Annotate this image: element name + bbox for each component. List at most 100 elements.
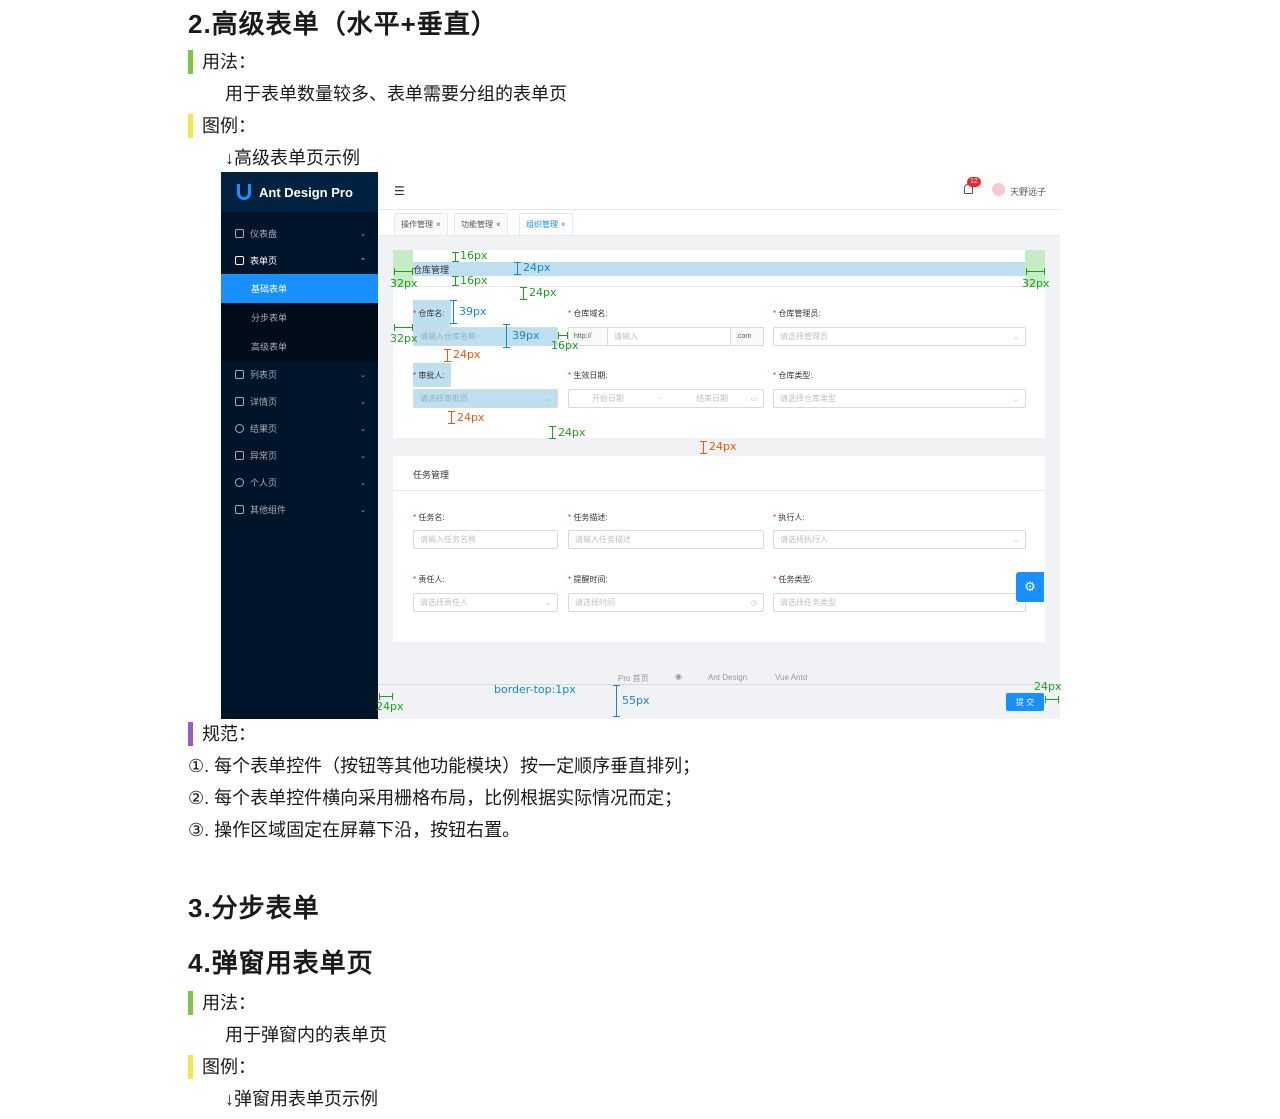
menu-label: 异常页 — [250, 451, 278, 461]
measure-bar — [394, 324, 413, 331]
field-label: 执行人: — [773, 512, 804, 523]
close-icon[interactable]: × — [496, 220, 501, 229]
document: 2.高级表单（水平+垂直） 用法： 用于表单数量较多、表单需要分组的表单页 图例… — [0, 0, 1280, 1119]
menu-detail[interactable]: 详情页 ⌄ — [221, 388, 378, 415]
menu-label: 仪表盘 — [250, 229, 278, 239]
tab-function[interactable]: 功能管理 × — [454, 213, 508, 235]
task-card: 任务管理 任务名: 任务描述: 执行人: 请输入任务名称 请输入任务描述 请选择… — [393, 456, 1045, 642]
section2-title: 2.高级表单（水平+垂直） — [188, 9, 498, 39]
admin-select[interactable]: 请选择管理员 ⌄ — [773, 327, 1026, 346]
header: ☰ 12 天野远子 — [378, 172, 1060, 210]
executor-select[interactable]: 请选择执行人 ⌄ — [773, 530, 1026, 549]
select-placeholder: 请选择管理员 — [780, 332, 828, 341]
footer-link-vue[interactable]: Vue Antd — [775, 673, 807, 682]
footer-link-antd[interactable]: Ant Design — [708, 673, 747, 682]
measure-bar — [503, 324, 510, 348]
field-label: 仓库管理员: — [773, 308, 820, 319]
submit-button[interactable]: 提 交 — [1006, 693, 1044, 711]
avatar[interactable] — [992, 183, 1005, 196]
calendar-icon: ▭ — [750, 395, 757, 403]
measure-label: 24px — [457, 411, 485, 424]
measure-label: 16px — [551, 339, 579, 352]
footer-link-pro[interactable]: Pro 首页 — [618, 673, 649, 684]
gear-icon: ⚙ — [1024, 579, 1036, 594]
menu-label: 个人页 — [250, 478, 278, 488]
usage-label: 用法： — [188, 991, 256, 1015]
close-icon[interactable]: × — [436, 220, 441, 229]
select-placeholder: 请选择执行人 — [780, 535, 828, 544]
chevron-down-icon: ⌄ — [360, 230, 366, 238]
measure-label: 24px — [558, 426, 586, 439]
domain-input[interactable]: 请输入 — [607, 327, 731, 346]
title-highlight — [413, 262, 1025, 276]
tab-label: 组织管理 — [526, 220, 558, 229]
submenu-basic-form[interactable]: 基础表单 — [221, 274, 378, 303]
github-icon[interactable]: ◉ — [675, 672, 682, 681]
measure-bar — [514, 262, 521, 275]
user-name[interactable]: 天野远子 — [1010, 185, 1046, 198]
menu-exception[interactable]: 异常页 ⌄ — [221, 442, 378, 469]
date-range-picker[interactable]: 开始日期 ~ 结束日期 ▭ — [568, 389, 764, 408]
tab-organization[interactable]: 组织管理 × — [519, 213, 573, 235]
submenu-step-form[interactable]: 分步表单 — [221, 303, 378, 332]
menu-dashboard[interactable]: 仪表盘 ⌄ — [221, 220, 378, 247]
start-date: 开始日期 — [591, 394, 624, 403]
menu-account[interactable]: 个人页 ⌄ — [221, 469, 378, 496]
user-icon — [235, 478, 244, 487]
measure-label: 24px — [523, 261, 551, 274]
measure-bar — [448, 411, 455, 424]
approver-select[interactable]: 请选择审批员 ⌄ — [413, 389, 558, 408]
measure-label: 24px — [1034, 680, 1062, 693]
menu-other[interactable]: 其他组件 ⌄ — [221, 496, 378, 523]
submenu-advanced-form[interactable]: 高级表单 — [221, 332, 378, 361]
tab-label: 操作管理 — [401, 220, 433, 229]
settings-drawer-button[interactable]: ⚙ — [1016, 572, 1044, 602]
example-label: 图例： — [188, 114, 256, 138]
profile-icon — [235, 397, 244, 406]
measure-label: 24px — [376, 700, 404, 713]
task-name-input[interactable]: 请输入任务名称 — [413, 530, 558, 549]
rule-item: ①. 每个表单控件（按钮等其他功能模块）按一定顺序垂直排列； — [188, 756, 701, 776]
chevron-down-icon: ⌄ — [360, 425, 366, 433]
measure-label: 55px — [622, 694, 650, 707]
warehouse-card: 仓库管理 仓库名: 仓库域名: 仓库管理员: 请输入仓库名称 http:// 请… — [393, 250, 1045, 438]
task-type-select[interactable]: 请选择任务类型 ⌄ — [773, 593, 1026, 612]
check-circle-icon — [235, 424, 244, 433]
menu-result[interactable]: 结果页 ⌄ — [221, 415, 378, 442]
menu-fold-icon[interactable]: ☰ — [394, 184, 405, 198]
measure-bar — [558, 332, 568, 339]
task-desc-input[interactable]: 请输入任务描述 — [568, 530, 764, 549]
example-text: ↓弹窗用表单页示例 — [225, 1089, 378, 1109]
measure-bar — [1045, 696, 1059, 703]
menu-list[interactable]: 列表页 ⌄ — [221, 361, 378, 388]
sidebar: Ant Design Pro 仪表盘 ⌄ 表单页 ⌃ 基础表单 分步表单 高级表单 … — [221, 172, 378, 719]
menu-form[interactable]: 表单页 ⌃ — [221, 247, 378, 274]
menu-label: 详情页 — [250, 397, 278, 407]
app-logo[interactable]: Ant Design Pro — [221, 172, 378, 212]
select-placeholder: 请选择任务类型 — [780, 598, 836, 607]
field-label: 任务描述: — [568, 512, 607, 523]
tab-label: 功能管理 — [461, 220, 493, 229]
measure-label: 39px — [512, 329, 540, 342]
reminder-time-picker[interactable]: 请选择时间 ◷ — [568, 593, 764, 612]
owner-select[interactable]: 请选择责任人 ⌄ — [413, 593, 558, 612]
close-icon[interactable]: × — [561, 220, 566, 229]
menu-label: 列表页 — [250, 370, 278, 380]
field-label: 仓库类型: — [773, 370, 812, 381]
logo-icon — [237, 184, 251, 200]
slack-icon — [235, 505, 244, 514]
chevron-down-icon: ⌄ — [360, 452, 366, 460]
measure-label: 32px — [390, 332, 418, 345]
rule-item: ②. 每个表单控件横向采用栅格布局，比例根据实际情况而定； — [188, 788, 683, 808]
warehouse-type-select[interactable]: 请选择仓库类型 ⌄ — [773, 389, 1026, 408]
tab-operation[interactable]: 操作管理 × — [394, 213, 448, 235]
end-date: 结束日期 — [696, 394, 729, 403]
measure-label: 24px — [709, 440, 737, 453]
measure-bar — [444, 349, 451, 362]
url-suffix: .com — [730, 327, 764, 346]
usage-label: 用法： — [188, 50, 256, 74]
measure-label: 24px — [453, 348, 481, 361]
measure-bar — [549, 426, 556, 439]
table-icon — [235, 370, 244, 379]
measure-bar — [1026, 268, 1045, 275]
